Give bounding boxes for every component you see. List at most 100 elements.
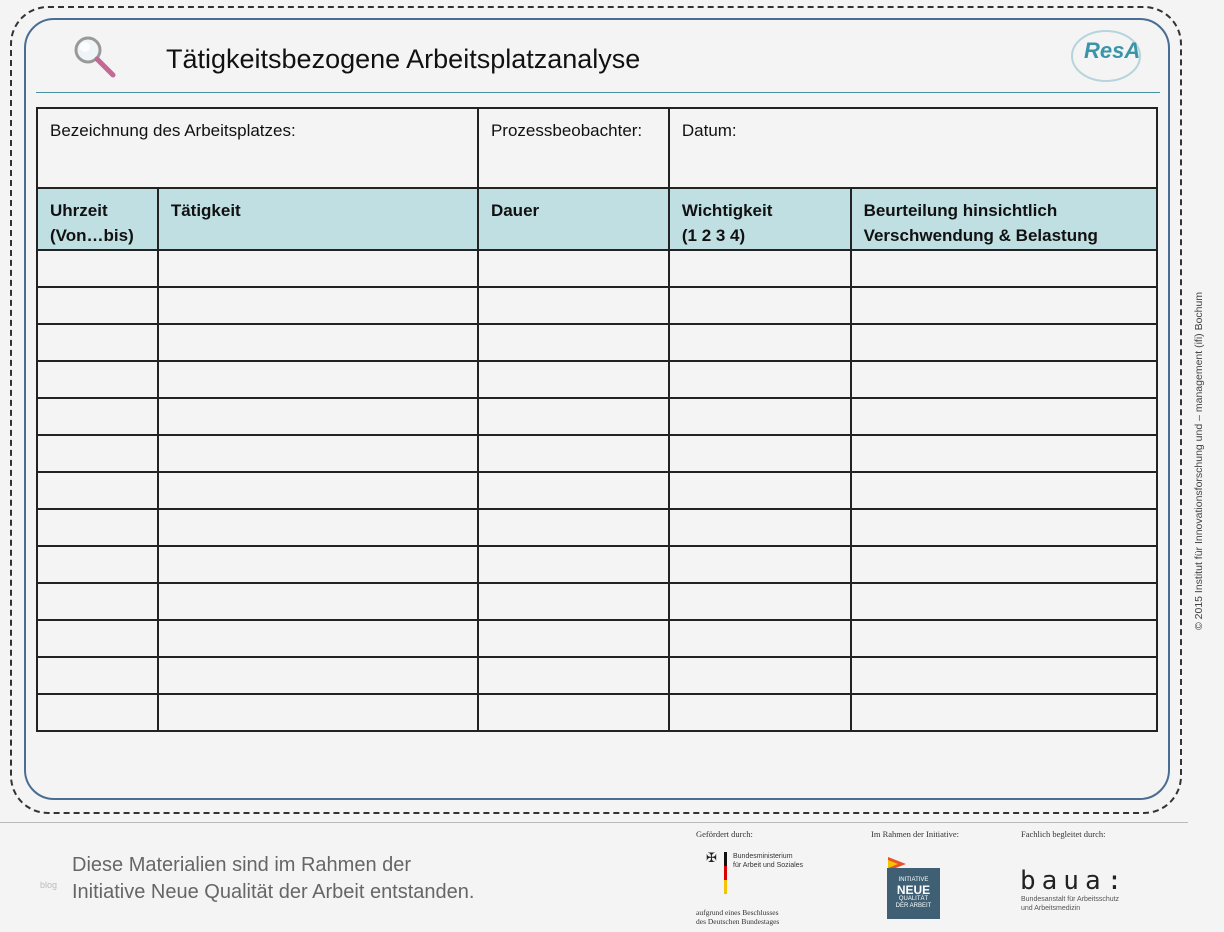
ministry-note: aufgrund eines Beschlusses des Deutschen… <box>696 908 780 926</box>
table-cell[interactable] <box>476 434 670 473</box>
table-cell[interactable] <box>476 545 670 584</box>
table-cell[interactable] <box>36 693 159 732</box>
table-cell[interactable] <box>36 249 159 288</box>
table-cell[interactable] <box>476 693 670 732</box>
table-cell[interactable] <box>667 582 852 621</box>
table-cell[interactable] <box>849 397 1159 436</box>
table-cell[interactable] <box>667 434 852 473</box>
table-cell[interactable] <box>156 323 479 362</box>
table-cell[interactable] <box>849 508 1159 547</box>
table-row <box>36 508 1159 547</box>
table-cell[interactable] <box>849 434 1159 473</box>
initiative-logo: INITIATIVE NEUE QUALITÄT DER ARBEIT <box>887 868 940 919</box>
table-cell[interactable] <box>476 656 670 695</box>
table-cell[interactable] <box>667 360 852 399</box>
table-cell[interactable] <box>849 693 1159 732</box>
table-cell[interactable] <box>476 508 670 547</box>
col-time: Uhrzeit (Von…bis) <box>36 187 159 251</box>
table-cell[interactable] <box>156 397 479 436</box>
table-cell[interactable] <box>156 434 479 473</box>
table-cell[interactable] <box>36 656 159 695</box>
table-cell[interactable] <box>667 397 852 436</box>
table-cell[interactable] <box>476 471 670 510</box>
title-divider <box>36 92 1160 93</box>
table-cell[interactable] <box>36 545 159 584</box>
table-cell[interactable] <box>476 286 670 325</box>
table-row <box>36 249 1159 288</box>
table-cell[interactable] <box>36 360 159 399</box>
header-fields-row: Bezeichnung des Arbeitsplatzes: Prozessb… <box>36 107 1159 189</box>
col-duration-label: Dauer <box>490 201 540 220</box>
analysis-table: Bezeichnung des Arbeitsplatzes: Prozessb… <box>36 107 1159 732</box>
table-row <box>36 656 1159 695</box>
table-cell[interactable] <box>667 323 852 362</box>
table-cell[interactable] <box>36 582 159 621</box>
table-cell[interactable] <box>36 286 159 325</box>
table-cell[interactable] <box>156 582 479 621</box>
col-activity-label: Tätigkeit <box>170 201 241 220</box>
table-cell[interactable] <box>667 471 852 510</box>
table-cell[interactable] <box>476 619 670 658</box>
observer-field[interactable]: Prozessbeobachter: <box>476 107 670 189</box>
table-cell[interactable] <box>849 360 1159 399</box>
table-row <box>36 434 1159 473</box>
table-cell[interactable] <box>156 249 479 288</box>
table-cell[interactable] <box>36 434 159 473</box>
table-cell[interactable] <box>156 545 479 584</box>
table-cell[interactable] <box>849 656 1159 695</box>
table-cell[interactable] <box>667 619 852 658</box>
ministry-name: Bundesministerium für Arbeit und Soziale… <box>733 853 804 869</box>
table-cell[interactable] <box>849 286 1159 325</box>
table-cell[interactable] <box>36 323 159 362</box>
date-field[interactable]: Datum: <box>667 107 1159 189</box>
table-cell[interactable] <box>849 582 1159 621</box>
table-cell[interactable] <box>667 656 852 695</box>
date-label: Datum: <box>681 121 737 140</box>
table-cell[interactable] <box>156 508 479 547</box>
table-cell[interactable] <box>156 471 479 510</box>
svg-text:✠: ✠ <box>706 850 717 865</box>
table-cell[interactable] <box>476 249 670 288</box>
table-cell[interactable] <box>849 471 1159 510</box>
table-cell[interactable] <box>36 619 159 658</box>
table-cell[interactable] <box>667 508 852 547</box>
table-cell[interactable] <box>667 286 852 325</box>
table-cell[interactable] <box>476 360 670 399</box>
col-duration: Dauer <box>476 187 670 251</box>
table-cell[interactable] <box>667 693 852 732</box>
table-row <box>36 619 1159 658</box>
workplace-label: Bezeichnung des Arbeitsplatzes: <box>50 121 296 140</box>
table-row <box>36 582 1159 621</box>
table-cell[interactable] <box>476 323 670 362</box>
table-cell[interactable] <box>156 360 479 399</box>
initiative-logo-big: NEUE <box>896 883 931 897</box>
table-cell[interactable] <box>36 471 159 510</box>
table-cell[interactable] <box>849 323 1159 362</box>
initiative-label: Im Rahmen der Initiative: <box>871 829 960 839</box>
page-title: Tätigkeitsbezogene Arbeitsplatzanalyse <box>166 44 641 74</box>
observer-label: Prozessbeobachter: <box>490 121 643 140</box>
baua-logo: baua: <box>1020 866 1129 896</box>
table-row <box>36 286 1159 325</box>
footer-text: Diese Materialien sind im Rahmen der Ini… <box>72 854 475 903</box>
table-cell[interactable] <box>156 619 479 658</box>
col-assessment-label: Beurteilung hinsichtlich Verschwendung &… <box>863 201 1098 245</box>
table-cell[interactable] <box>156 286 479 325</box>
table-cell[interactable] <box>156 656 479 695</box>
table-row <box>36 360 1159 399</box>
magnifier-icon <box>74 36 116 78</box>
table-cell[interactable] <box>667 249 852 288</box>
table-cell[interactable] <box>849 249 1159 288</box>
table-cell[interactable] <box>476 582 670 621</box>
table-cell[interactable] <box>849 545 1159 584</box>
table-cell[interactable] <box>667 545 852 584</box>
table-cell[interactable] <box>36 508 159 547</box>
table-cell[interactable] <box>36 397 159 436</box>
table-cell[interactable] <box>849 619 1159 658</box>
workplace-field[interactable]: Bezeichnung des Arbeitsplatzes: <box>36 107 479 189</box>
col-importance: Wichtigkeit (1 2 3 4) <box>667 187 852 251</box>
table-row <box>36 545 1159 584</box>
copyright-note: © 2015 Institut für Innovationsforschung… <box>1193 291 1205 630</box>
table-cell[interactable] <box>476 397 670 436</box>
table-cell[interactable] <box>156 693 479 732</box>
